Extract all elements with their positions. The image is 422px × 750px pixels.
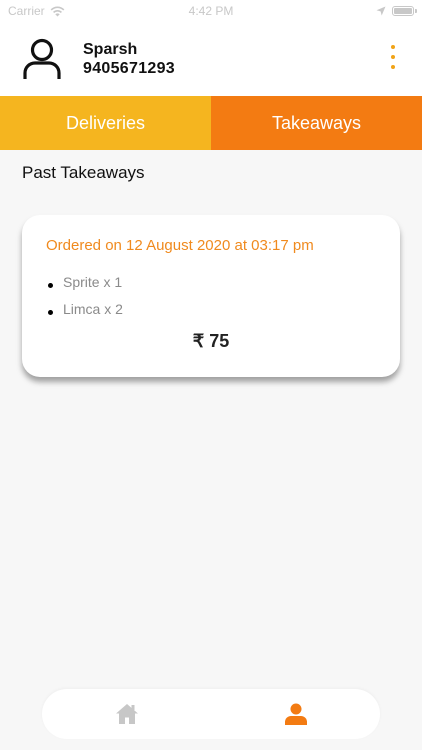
wifi-icon [50, 6, 65, 16]
tab-takeaways-label: Takeaways [271, 112, 362, 133]
order-items: Sprite x 1 Limca x 2 [46, 268, 376, 322]
tab-deliveries[interactable]: Deliveries [0, 96, 211, 150]
menu-dot [391, 65, 395, 69]
profile-text: Sparsh 9405671293 [83, 40, 175, 78]
status-left: Carrier [8, 4, 65, 18]
order-item: Sprite x 1 [46, 268, 376, 295]
menu-dot [391, 45, 395, 49]
order-date: Ordered on 12 August 2020 at 03:17 pm [46, 237, 314, 254]
bottom-nav [42, 689, 380, 739]
order-item-label: Limca x 2 [63, 300, 123, 317]
status-bar: Carrier 4:42 PM [0, 0, 422, 22]
battery-icon [392, 6, 417, 16]
nav-profile[interactable] [276, 694, 316, 734]
bullet-icon [48, 283, 53, 288]
bullet-icon [48, 310, 53, 315]
profile-name: Sparsh [83, 41, 138, 58]
profile-header: Sparsh 9405671293 [0, 22, 422, 96]
profile-phone: 9405671293 [83, 60, 175, 77]
more-vertical-icon[interactable] [386, 42, 400, 72]
tab-takeaways[interactable]: Takeaways [211, 96, 422, 150]
user-icon [284, 703, 307, 725]
order-item-label: Sprite x 1 [63, 273, 123, 290]
carrier-label: Carrier [8, 4, 45, 18]
tab-deliveries-label: Deliveries [65, 112, 146, 133]
nav-home[interactable] [107, 694, 147, 734]
home-icon [115, 704, 138, 724]
order-item: Limca x 2 [46, 295, 376, 322]
order-total: ₹ 75 [192, 331, 230, 351]
user-outline-icon [23, 38, 61, 79]
menu-dot [391, 55, 395, 59]
status-right [376, 6, 417, 16]
order-type-tabs: Deliveries Takeaways [0, 96, 422, 150]
order-card[interactable]: Ordered on 12 August 2020 at 03:17 pm Sp… [22, 215, 400, 377]
section-title: Past Takeaways [22, 163, 145, 182]
location-arrow-icon [376, 6, 386, 16]
